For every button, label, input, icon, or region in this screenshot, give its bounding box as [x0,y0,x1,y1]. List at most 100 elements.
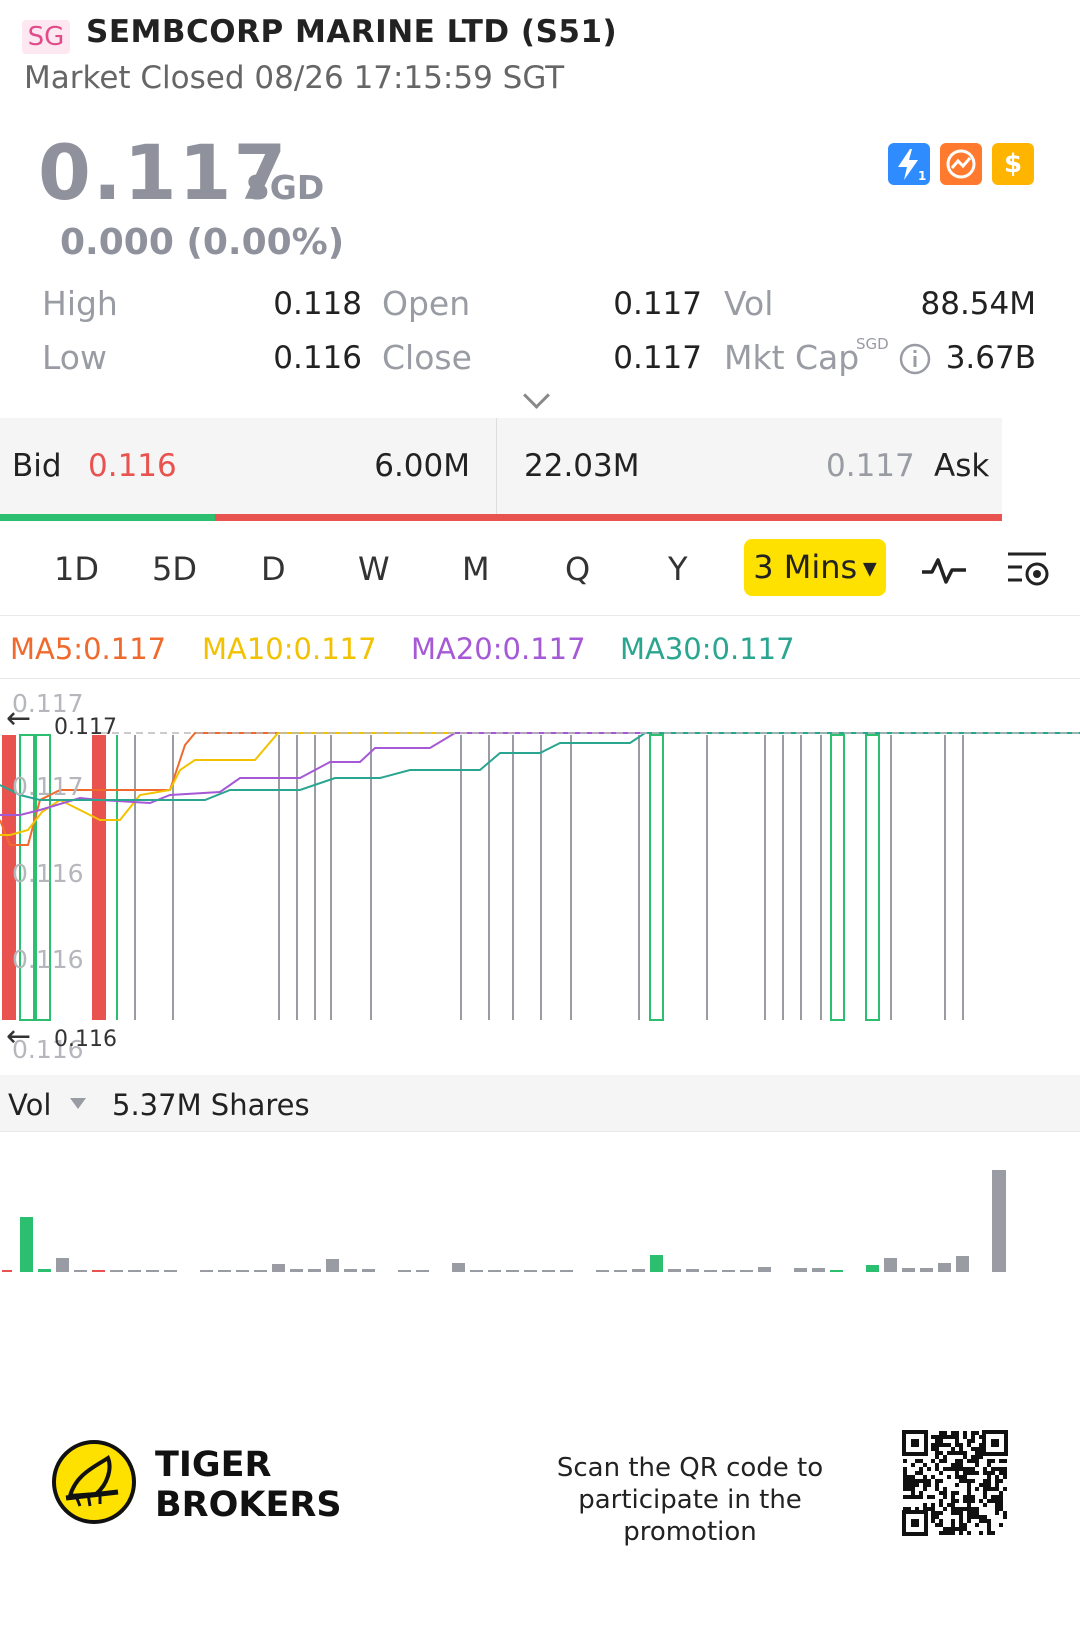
volume-bar [668,1269,681,1272]
qr-module [975,1459,979,1463]
qr-module [931,1475,935,1479]
qr-module [983,1515,987,1519]
qr-module [971,1467,975,1471]
qr-module [975,1511,979,1515]
volume-bar [992,1170,1006,1272]
candlestick-chart[interactable]: 0.117 0.117 0.116 0.116 0.116 ← 0.117 ← … [0,680,1080,1065]
y-tick-mid3: 0.116 [12,945,84,974]
separator [0,678,1080,679]
qr-module [955,1431,959,1435]
volume-bar [758,1267,771,1272]
qr-module [963,1475,967,1479]
qr-module [951,1495,955,1499]
chart-settings-icon[interactable] [1006,548,1052,594]
qr-module [955,1463,959,1467]
qr-module [963,1527,967,1531]
qr-module [987,1471,991,1475]
candle-doji [460,735,462,1020]
mktcap-label: Mkt Cap [724,338,860,377]
qr-module [943,1431,947,1435]
qr-module [963,1523,967,1527]
qr-module [927,1479,931,1483]
qr-module [963,1507,967,1511]
qr-module [935,1483,939,1487]
qr-module [935,1487,939,1491]
qr-module [947,1531,951,1535]
volume-bar [398,1270,411,1272]
qr-module [983,1483,987,1487]
tab-week[interactable]: W [358,550,390,588]
info-icon[interactable] [898,342,932,380]
indicator-wave-icon[interactable] [920,552,968,592]
separator [0,615,1080,616]
qr-module [987,1475,991,1479]
qr-module [939,1531,943,1535]
tab-day[interactable]: D [261,550,286,588]
separator [0,1131,1080,1132]
volume-bar [920,1268,933,1272]
volume-bar [38,1269,51,1272]
qr-module [971,1495,975,1499]
expand-chevron-icon[interactable] [523,382,550,409]
qr-module [927,1467,931,1471]
volume-bar [488,1270,501,1272]
qr-module [923,1503,927,1507]
qr-module [999,1499,1003,1503]
candle-up [830,734,845,1021]
svg-text:1: 1 [918,169,926,183]
qr-module [939,1479,943,1483]
qr-module [979,1499,983,1503]
low-marker-label: 0.116 [54,1027,117,1052]
lightning-level1-icon[interactable]: 1 [888,143,930,185]
volume-bar [632,1269,645,1272]
qr-module [987,1487,991,1491]
candle-doji [488,735,490,1020]
low-value: 0.116 [273,340,362,376]
volume-bar [146,1270,159,1272]
qr-module [951,1467,955,1471]
qr-module [971,1439,975,1443]
qr-module [999,1503,1003,1507]
qr-module [935,1439,939,1443]
tab-year[interactable]: Y [668,550,688,588]
qr-module [975,1447,979,1451]
tab-5d[interactable]: 5D [152,550,197,588]
volume-bar [92,1270,105,1272]
qr-module [947,1467,951,1471]
qr-module [959,1475,963,1479]
qr-module [939,1451,943,1455]
qr-module [987,1463,991,1467]
y-tick-mid1: 0.117 [12,772,84,801]
qr-module [951,1499,955,1503]
qr-module [975,1515,979,1519]
qr-module [959,1523,963,1527]
tab-month[interactable]: M [462,550,490,588]
volume-selector-label[interactable]: Vol [8,1088,51,1122]
qr-module [967,1443,971,1447]
qr-module [963,1455,967,1459]
volume-bar [272,1264,285,1272]
qr-module [983,1495,987,1499]
qr-module [963,1435,967,1439]
qr-module [991,1499,995,1503]
chart-swap-icon[interactable] [940,143,982,185]
dollar-icon[interactable]: $ [992,143,1034,185]
qr-module [907,1483,911,1487]
tab-quarter[interactable]: Q [565,550,590,588]
qr-module [923,1475,927,1479]
qr-module [943,1495,947,1499]
volume-bar [956,1256,969,1272]
qr-module [951,1451,955,1455]
tab-3-mins[interactable]: 3 Mins ▼ [744,539,886,596]
volume-bar [218,1270,231,1272]
tab-1d[interactable]: 1D [54,550,99,588]
qr-module [915,1459,919,1463]
volume-bar [542,1270,555,1272]
qr-module [963,1495,967,1499]
qr-module [999,1479,1003,1483]
volume-dropdown-icon[interactable] [70,1098,86,1109]
bid-size: 6.00M [374,448,470,484]
qr-module [971,1431,975,1435]
qr-module [955,1443,959,1447]
qr-code-icon[interactable] [902,1430,1008,1536]
